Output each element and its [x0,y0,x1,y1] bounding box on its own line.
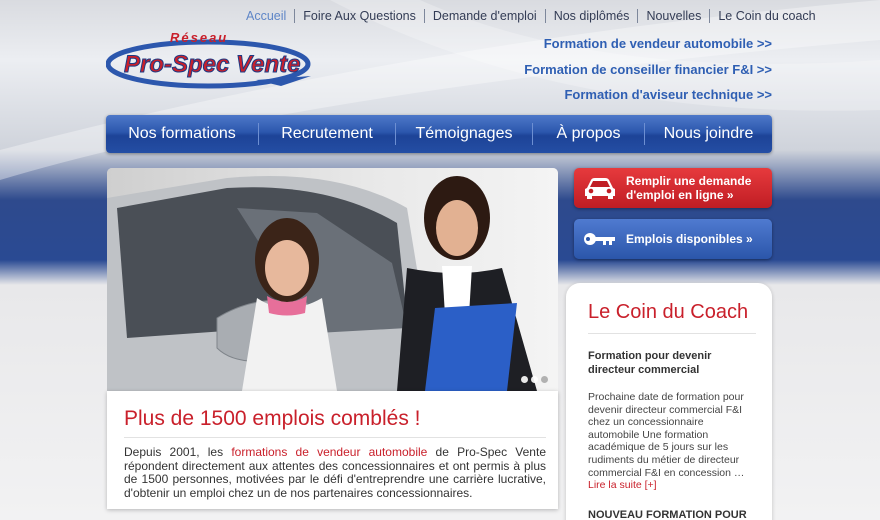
coach-article-1-body: Prochaine date de formation pour devenir… [588,391,745,479]
svg-text:Pro-Spec Vente: Pro-Spec Vente [124,51,301,78]
top-nav-nouvelles[interactable]: Nouvelles [637,9,709,23]
slider-dot-1[interactable] [521,376,528,383]
link-vendeur-automobile[interactable]: Formation de vendeur automobile >> [524,36,772,62]
slider-dots [521,376,548,383]
key-icon [574,231,626,247]
coach-article-1-title[interactable]: Formation pour devenir directeur commerc… [588,350,756,377]
top-nav: Accueil Foire Aux Questions Demande d'em… [246,9,824,23]
link-formations-vendeur[interactable]: formations de vendeur automobile [231,445,427,459]
available-jobs-button[interactable]: Emplois disponibles » [574,219,772,259]
top-nav-accueil[interactable]: Accueil [246,9,294,23]
apply-label-line1: Remplir une demande [626,174,752,188]
nav-nous-joindre[interactable]: Nous joindre [644,123,772,145]
main-heading: Plus de 1500 emplois comblés ! [124,407,546,438]
link-conseiller-financier[interactable]: Formation de conseiller financier F&I >> [524,62,772,88]
top-nav-diplomes[interactable]: Nos diplômés [544,9,638,23]
main-nav: Nos formations Recrutement Témoignages À… [106,115,772,153]
nav-recrutement[interactable]: Recrutement [258,123,395,145]
slider-dot-2[interactable] [531,376,538,383]
nav-nos-formations[interactable]: Nos formations [106,123,258,145]
svg-text:Réseau: Réseau [170,30,228,45]
main-paragraph: Depuis 2001, les formations de vendeur a… [124,445,546,500]
coach-panel: Le Coin du Coach Formation pour devenir … [566,283,772,520]
apply-online-button[interactable]: Remplir une demande d'emploi en ligne » [574,168,772,208]
coach-title: Le Coin du Coach [588,301,756,334]
apply-online-label: Remplir une demande d'emploi en ligne » [626,174,751,202]
hero-photo [107,168,558,391]
formation-links: Formation de vendeur automobile >> Forma… [524,36,772,113]
nav-temoignages[interactable]: Témoignages [395,123,532,145]
main-content-card: Plus de 1500 emplois comblés ! Depuis 20… [107,391,558,509]
top-nav-coin-coach[interactable]: Le Coin du coach [709,9,823,23]
read-more-link[interactable]: Lire la suite [+] [588,479,756,492]
apply-label-line2: d'emploi en ligne » [626,188,734,202]
top-nav-faq[interactable]: Foire Aux Questions [294,9,424,23]
car-icon [574,176,626,200]
nav-a-propos[interactable]: À propos [532,123,644,145]
site-logo[interactable]: Réseau Pro-Spec Vente [105,30,316,92]
hero-slider[interactable] [107,168,558,391]
slider-dot-3[interactable] [541,376,548,383]
link-aviseur-technique[interactable]: Formation d'aviseur technique >> [524,87,772,113]
top-nav-demande-emploi[interactable]: Demande d'emploi [423,9,545,23]
paragraph-text-start: Depuis 2001, les [124,445,232,459]
available-jobs-label: Emplois disponibles » [626,232,753,246]
coach-article-2-title[interactable]: NOUVEAU FORMATION POUR DEVENIR AVISEUR T… [588,509,756,520]
